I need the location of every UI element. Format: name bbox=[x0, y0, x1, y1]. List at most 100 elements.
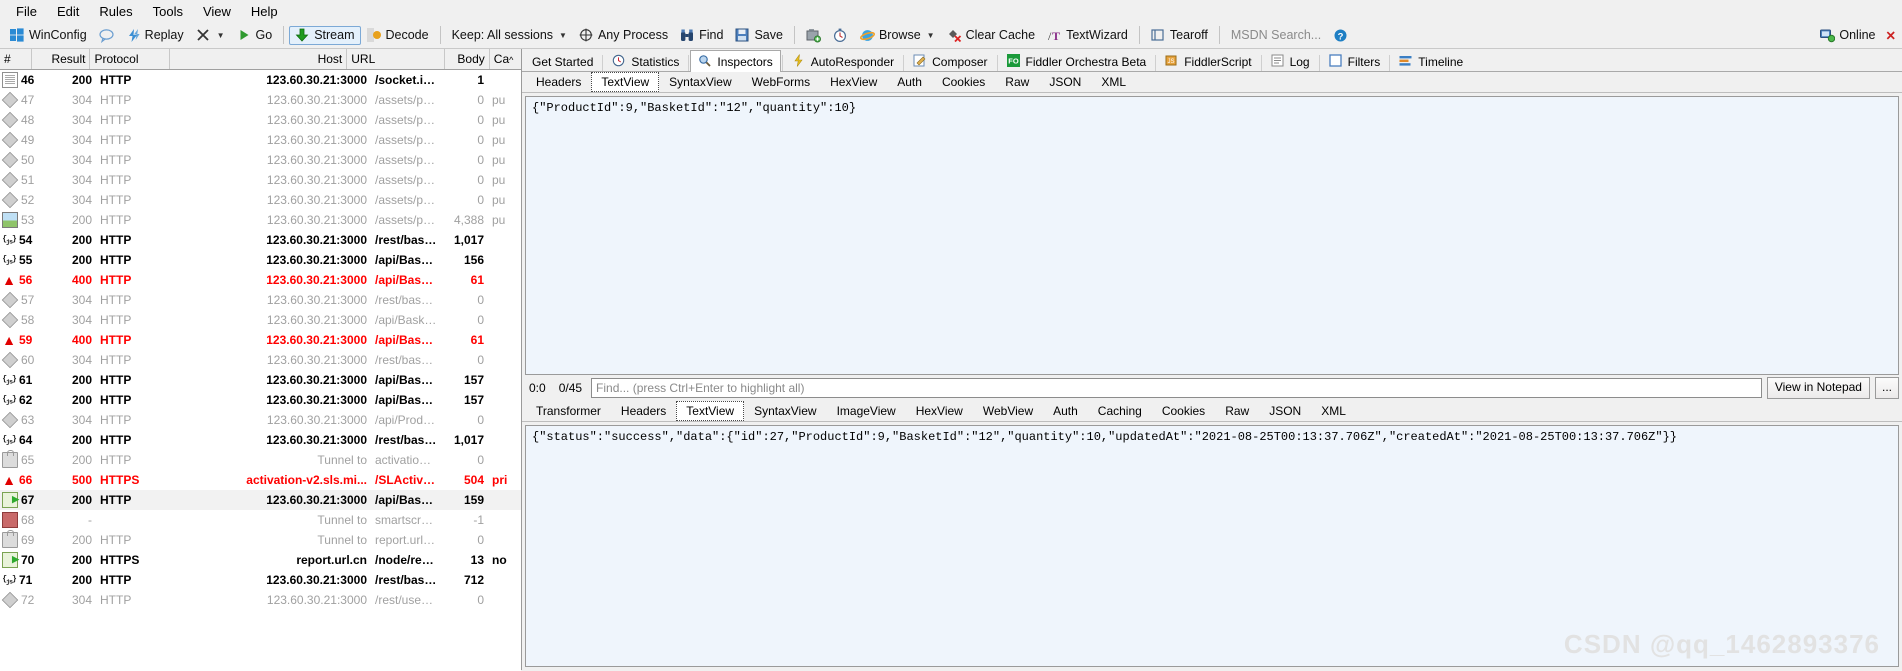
chevron-down-icon[interactable]: ▼ bbox=[217, 31, 225, 40]
table-row[interactable]: {js} 55 200 HTTP 123.60.30.21:3000/api/Baske… bbox=[0, 250, 521, 270]
decode-button[interactable]: Decode bbox=[361, 26, 435, 45]
go-button[interactable]: Go bbox=[231, 26, 279, 45]
table-row[interactable]: 70 200 HTTPS report.url.cn/node/report/13 no bbox=[0, 550, 521, 570]
table-row[interactable]: ▲59 400 HTTP 123.60.30.21:3000/api/BasketIt… bbox=[0, 330, 521, 350]
browse-button[interactable]: Browse ▼ bbox=[854, 26, 941, 45]
tab-autoresponder[interactable]: AutoResponder bbox=[784, 51, 902, 71]
online-status-button[interactable]: Online bbox=[1816, 26, 1879, 45]
table-row[interactable]: 69 200 HTTP Tunnel to report.url.cn:443 0 bbox=[0, 530, 521, 550]
inspector-tabbar[interactable]: Get Started Statistics Inspectors AutoRespo… bbox=[522, 49, 1902, 72]
tab-fiddlerscript[interactable]: JS FiddlerScript bbox=[1157, 51, 1259, 71]
request-subtab-raw[interactable]: Raw bbox=[995, 72, 1039, 92]
table-row[interactable]: 63 304 HTTP 123.60.30.21:3000/api/Products/… bbox=[0, 410, 521, 430]
table-row[interactable]: 46 200 HTTP 123.60.30.21:3000/socket.io/?EI… bbox=[0, 70, 521, 90]
tab-statistics[interactable]: Statistics bbox=[604, 51, 687, 71]
column-header-result[interactable]: Result bbox=[32, 49, 91, 69]
tab-timeline[interactable]: Timeline bbox=[1391, 51, 1471, 71]
table-row[interactable]: 53 200 HTTP 123.60.30.21:3000/assets/public… bbox=[0, 210, 521, 230]
table-row[interactable]: {js} 71 200 HTTP 123.60.30.21:3000/rest/bask… bbox=[0, 570, 521, 590]
clear-cache-button[interactable]: Clear Cache bbox=[941, 26, 1041, 45]
table-row[interactable]: 60 304 HTTP 123.60.30.21:3000/rest/basket/1… bbox=[0, 350, 521, 370]
table-row[interactable]: 58 304 HTTP 123.60.30.21:3000/api/BasketIte… bbox=[0, 310, 521, 330]
any-process-button[interactable]: Any Process bbox=[573, 26, 674, 45]
request-subtab-headers[interactable]: Headers bbox=[526, 72, 591, 92]
table-row[interactable]: {js} 54 200 HTTP 123.60.30.21:3000/rest/bask… bbox=[0, 230, 521, 250]
request-subtab-textview[interactable]: TextView bbox=[591, 72, 660, 92]
response-subtab-syntaxview[interactable]: SyntaxView bbox=[744, 401, 826, 421]
column-header-protocol[interactable]: Protocol bbox=[90, 49, 171, 69]
request-subtab-xml[interactable]: XML bbox=[1091, 72, 1136, 92]
tab-get-started[interactable]: Get Started bbox=[524, 51, 601, 71]
response-subtab-imageview[interactable]: ImageView bbox=[827, 401, 906, 421]
response-subtab-raw[interactable]: Raw bbox=[1215, 401, 1259, 421]
chevron-down-icon[interactable]: ▼ bbox=[927, 31, 935, 40]
request-subtab-syntaxview[interactable]: SyntaxView bbox=[659, 72, 741, 92]
response-subtabbar[interactable]: Transformer Headers TextView SyntaxView Imag… bbox=[522, 401, 1902, 422]
column-header-caching[interactable]: Ca^ bbox=[490, 49, 521, 69]
menu-item-edit[interactable]: Edit bbox=[47, 2, 89, 21]
tab-composer[interactable]: Composer bbox=[905, 51, 995, 71]
request-subtab-json[interactable]: JSON bbox=[1039, 72, 1091, 92]
table-row[interactable]: {js} 61 200 HTTP 123.60.30.21:3000/api/Baske… bbox=[0, 370, 521, 390]
column-header-host[interactable]: Host bbox=[170, 49, 348, 69]
view-in-notepad-button[interactable]: View in Notepad bbox=[1766, 377, 1870, 399]
tearoff-button[interactable]: Tearoff bbox=[1145, 26, 1214, 45]
response-subtab-hexview[interactable]: HexView bbox=[906, 401, 973, 421]
column-header-num[interactable]: # bbox=[0, 49, 33, 69]
find-input[interactable]: Find... (press Ctrl+Enter to highlight a… bbox=[591, 378, 1762, 398]
textwizard-button[interactable]: / T TextWizard bbox=[1041, 26, 1134, 45]
more-options-button[interactable]: ... bbox=[1874, 377, 1899, 399]
stream-button[interactable]: Stream bbox=[289, 25, 361, 45]
tab-log[interactable]: Log bbox=[1263, 51, 1318, 71]
request-body-viewer[interactable]: {"ProductId":9,"BasketId":"12","quantity… bbox=[525, 96, 1899, 375]
table-row[interactable]: 49 304 HTTP 123.60.30.21:3000/assets/public… bbox=[0, 130, 521, 150]
menu-item-file[interactable]: File bbox=[6, 2, 47, 21]
request-subtab-webforms[interactable]: WebForms bbox=[742, 72, 820, 92]
response-subtab-cookies[interactable]: Cookies bbox=[1152, 401, 1215, 421]
remove-button[interactable]: ▼ bbox=[190, 26, 231, 45]
toolbar-close-button[interactable]: ✕ bbox=[1880, 26, 1902, 45]
table-row[interactable]: {js} 62 200 HTTP 123.60.30.21:3000/api/Baske… bbox=[0, 390, 521, 410]
timer-button[interactable] bbox=[827, 26, 854, 45]
response-subtab-xml[interactable]: XML bbox=[1311, 401, 1356, 421]
menu-item-rules[interactable]: Rules bbox=[89, 2, 142, 21]
save-button[interactable]: Save bbox=[729, 26, 789, 45]
winconfig-button[interactable]: WinConfig bbox=[4, 26, 93, 45]
table-row[interactable]: ▲ 66 500 HTTPS activation-v2.sls.mi... /SLAct… bbox=[0, 470, 521, 490]
help-button[interactable]: ? bbox=[1327, 26, 1354, 45]
response-subtab-caching[interactable]: Caching bbox=[1088, 401, 1152, 421]
session-rows[interactable]: 46 200 HTTP 123.60.30.21:3000/socket.io/?EI… bbox=[0, 70, 521, 671]
response-subtab-headers[interactable]: Headers bbox=[611, 401, 676, 421]
table-row[interactable]: 72 304 HTTP 123.60.30.21:3000/rest/user/who… bbox=[0, 590, 521, 610]
column-header-url[interactable]: URL bbox=[347, 49, 446, 69]
response-subtab-json[interactable]: JSON bbox=[1259, 401, 1311, 421]
table-row[interactable]: 57 304 HTTP 123.60.30.21:3000/rest/basket/1… bbox=[0, 290, 521, 310]
request-subtab-auth[interactable]: Auth bbox=[887, 72, 932, 92]
column-header-body[interactable]: Body bbox=[445, 49, 490, 69]
screenshot-button[interactable] bbox=[800, 26, 827, 45]
table-row[interactable]: ▲56 400 HTTP 123.60.30.21:3000/api/BasketIt… bbox=[0, 270, 521, 290]
request-subtabbar[interactable]: Headers TextView SyntaxView WebForms HexView… bbox=[522, 72, 1902, 93]
table-row[interactable]: 48 304 HTTP 123.60.30.21:3000/assets/public… bbox=[0, 110, 521, 130]
request-subtab-cookies[interactable]: Cookies bbox=[932, 72, 995, 92]
menu-item-tools[interactable]: Tools bbox=[143, 2, 193, 21]
comment-button[interactable] bbox=[93, 26, 120, 45]
table-row[interactable]: 50 304 HTTP 123.60.30.21:3000/assets/public… bbox=[0, 150, 521, 170]
find-button[interactable]: Find bbox=[674, 26, 729, 45]
response-body-viewer[interactable]: {"status":"success","data":{"id":27,"Pro… bbox=[525, 425, 1899, 667]
replay-button[interactable]: Replay bbox=[120, 26, 190, 45]
table-row[interactable]: 47 304 HTTP 123.60.30.21:3000/assets/public… bbox=[0, 90, 521, 110]
tab-fiddler-orchestra-beta[interactable]: FO Fiddler Orchestra Beta bbox=[999, 51, 1155, 71]
request-subtab-hexview[interactable]: HexView bbox=[820, 72, 887, 92]
tab-inspectors[interactable]: Inspectors bbox=[690, 50, 781, 72]
menu-item-view[interactable]: View bbox=[193, 2, 241, 21]
chevron-down-icon[interactable]: ▼ bbox=[559, 31, 567, 40]
menu-item-help[interactable]: Help bbox=[241, 2, 288, 21]
tab-filters[interactable]: Filters bbox=[1321, 51, 1389, 71]
msdn-search-input[interactable]: MSDN Search... bbox=[1225, 26, 1327, 44]
response-subtab-auth[interactable]: Auth bbox=[1043, 401, 1088, 421]
response-subtab-webview[interactable]: WebView bbox=[973, 401, 1043, 421]
keep-sessions-dropdown[interactable]: Keep: All sessions ▼ bbox=[446, 26, 573, 44]
table-row[interactable]: 51 304 HTTP 123.60.30.21:3000/assets/public… bbox=[0, 170, 521, 190]
response-subtab-transformer[interactable]: Transformer bbox=[526, 401, 611, 421]
